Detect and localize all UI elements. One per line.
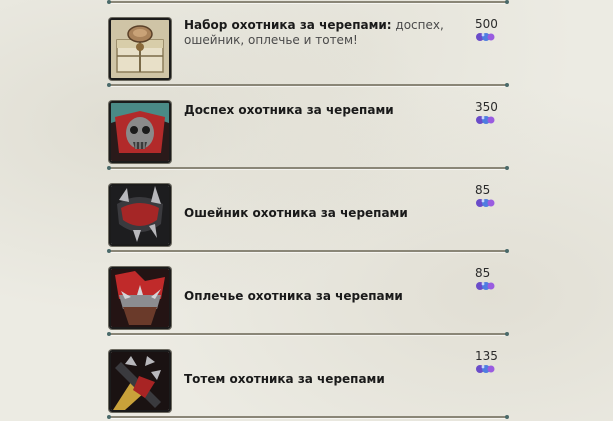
gem-cluster-icon	[476, 282, 495, 290]
item-name: Ошейник охотника за черепами	[184, 206, 408, 220]
item-name: Тотем охотника за черепами	[184, 372, 385, 386]
gem-cluster-icon	[476, 365, 495, 373]
gem-cluster-icon	[476, 116, 495, 124]
item-title: Тотем охотника за черепами	[184, 372, 464, 387]
skull-totem-icon[interactable]	[109, 350, 171, 412]
item-price: 85	[475, 184, 515, 208]
item-price: 500	[475, 18, 515, 42]
divider	[107, 415, 509, 419]
skull-armor-icon[interactable]	[109, 101, 171, 163]
divider	[107, 332, 509, 336]
item-title: Набор охотника за черепами: доспех, ошей…	[184, 18, 464, 48]
shoulder-armor-icon[interactable]	[109, 267, 171, 329]
item-price: 135	[475, 350, 515, 374]
price-value: 350	[475, 100, 498, 114]
item-title: Оплечье охотника за черепами	[184, 289, 464, 304]
gem-cluster-icon	[476, 199, 495, 207]
price-value: 85	[475, 266, 491, 280]
supply-crate-icon[interactable]	[109, 18, 171, 80]
item-price: 350	[475, 101, 515, 125]
shop-item[interactable]: Набор охотника за черепами: доспех, ошей…	[109, 18, 509, 80]
shop-item[interactable]: Тотем охотника за черепами 135	[109, 350, 509, 412]
item-title: Доспех охотника за черепами	[184, 103, 464, 118]
shop-item[interactable]: Оплечье охотника за черепами 85	[109, 267, 509, 329]
item-price: 85	[475, 267, 515, 291]
price-value: 85	[475, 183, 491, 197]
divider	[107, 83, 509, 87]
shop-item[interactable]: Доспех охотника за черепами 350	[109, 101, 509, 163]
item-name: Набор охотника за черепами:	[184, 18, 392, 32]
spiked-collar-icon[interactable]	[109, 184, 171, 246]
price-value: 500	[475, 17, 498, 31]
gem-cluster-icon	[476, 33, 495, 41]
divider	[107, 0, 509, 4]
price-value: 135	[475, 349, 498, 363]
item-name: Оплечье охотника за черепами	[184, 289, 403, 303]
divider	[107, 249, 509, 253]
item-title: Ошейник охотника за черепами	[184, 206, 464, 221]
divider	[107, 166, 509, 170]
shop-item[interactable]: Ошейник охотника за черепами 85	[109, 184, 509, 246]
item-name: Доспех охотника за черепами	[184, 103, 394, 117]
